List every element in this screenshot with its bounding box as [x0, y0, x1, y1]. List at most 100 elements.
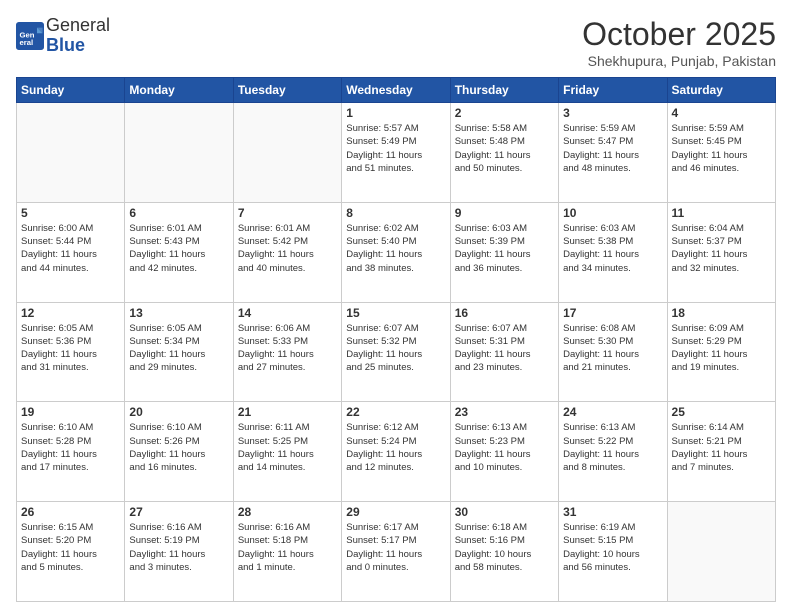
day-number: 11	[672, 206, 771, 220]
week-row-3: 12Sunrise: 6:05 AM Sunset: 5:36 PM Dayli…	[17, 302, 776, 402]
day-info: Sunrise: 6:07 AM Sunset: 5:32 PM Dayligh…	[346, 322, 445, 375]
day-info: Sunrise: 6:19 AM Sunset: 5:15 PM Dayligh…	[563, 521, 662, 574]
day-info: Sunrise: 6:07 AM Sunset: 5:31 PM Dayligh…	[455, 322, 554, 375]
day-number: 7	[238, 206, 337, 220]
day-info: Sunrise: 6:10 AM Sunset: 5:26 PM Dayligh…	[129, 421, 228, 474]
day-number: 3	[563, 106, 662, 120]
calendar-table: Sunday Monday Tuesday Wednesday Thursday…	[16, 77, 776, 602]
day-number: 19	[21, 405, 120, 419]
day-number: 4	[672, 106, 771, 120]
day-number: 13	[129, 306, 228, 320]
day-info: Sunrise: 6:08 AM Sunset: 5:30 PM Dayligh…	[563, 322, 662, 375]
day-cell-2-3: 15 Sunrise: 6:07 AM Sunset: 5:32 PM Dayli…	[342, 302, 450, 402]
day-cell-4-5: 31 Sunrise: 6:19 AM Sunset: 5:15 PM Dayli…	[559, 502, 667, 602]
day-number: 6	[129, 206, 228, 220]
day-number: 30	[455, 505, 554, 519]
day-info: Sunrise: 6:04 AM Sunset: 5:37 PM Dayligh…	[672, 222, 771, 275]
day-cell-0-4: 2 Sunrise: 5:58 AM Sunset: 5:48 PM Daylig…	[450, 103, 558, 203]
day-cell-4-2: 28 Sunrise: 6:16 AM Sunset: 5:18 PM Dayli…	[233, 502, 341, 602]
day-number: 9	[455, 206, 554, 220]
day-number: 2	[455, 106, 554, 120]
day-cell-1-0: 5 Sunrise: 6:00 AM Sunset: 5:44 PM Daylig…	[17, 202, 125, 302]
calendar-page: Gen eral General Blue October 2025 Shekh…	[0, 0, 792, 612]
day-info: Sunrise: 6:09 AM Sunset: 5:29 PM Dayligh…	[672, 322, 771, 375]
logo-blue: Blue	[46, 35, 85, 55]
day-number: 22	[346, 405, 445, 419]
day-info: Sunrise: 6:00 AM Sunset: 5:44 PM Dayligh…	[21, 222, 120, 275]
header-monday: Monday	[125, 78, 233, 103]
day-info: Sunrise: 6:03 AM Sunset: 5:38 PM Dayligh…	[563, 222, 662, 275]
day-info: Sunrise: 5:57 AM Sunset: 5:49 PM Dayligh…	[346, 122, 445, 175]
day-number: 28	[238, 505, 337, 519]
day-number: 8	[346, 206, 445, 220]
header-saturday: Saturday	[667, 78, 775, 103]
day-cell-2-4: 16 Sunrise: 6:07 AM Sunset: 5:31 PM Dayli…	[450, 302, 558, 402]
day-cell-3-2: 21 Sunrise: 6:11 AM Sunset: 5:25 PM Dayli…	[233, 402, 341, 502]
day-number: 29	[346, 505, 445, 519]
day-number: 10	[563, 206, 662, 220]
logo: Gen eral General Blue	[16, 16, 110, 56]
header: Gen eral General Blue October 2025 Shekh…	[16, 16, 776, 69]
day-info: Sunrise: 6:10 AM Sunset: 5:28 PM Dayligh…	[21, 421, 120, 474]
day-number: 5	[21, 206, 120, 220]
header-sunday: Sunday	[17, 78, 125, 103]
day-cell-2-5: 17 Sunrise: 6:08 AM Sunset: 5:30 PM Dayli…	[559, 302, 667, 402]
day-number: 14	[238, 306, 337, 320]
day-info: Sunrise: 6:05 AM Sunset: 5:36 PM Dayligh…	[21, 322, 120, 375]
day-info: Sunrise: 6:06 AM Sunset: 5:33 PM Dayligh…	[238, 322, 337, 375]
day-info: Sunrise: 6:17 AM Sunset: 5:17 PM Dayligh…	[346, 521, 445, 574]
day-cell-3-3: 22Sunrise: 6:12 AM Sunset: 5:24 PM Dayli…	[342, 402, 450, 502]
day-info: Sunrise: 6:16 AM Sunset: 5:19 PM Dayligh…	[129, 521, 228, 574]
day-cell-2-2: 14 Sunrise: 6:06 AM Sunset: 5:33 PM Dayli…	[233, 302, 341, 402]
day-number: 1	[346, 106, 445, 120]
day-info: Sunrise: 6:14 AM Sunset: 5:21 PM Dayligh…	[672, 421, 771, 474]
logo-general: General	[46, 15, 110, 35]
day-number: 17	[563, 306, 662, 320]
day-number: 31	[563, 505, 662, 519]
day-cell-4-1: 27Sunrise: 6:16 AM Sunset: 5:19 PM Dayli…	[125, 502, 233, 602]
day-cell-3-4: 23Sunrise: 6:13 AM Sunset: 5:23 PM Dayli…	[450, 402, 558, 502]
day-number: 25	[672, 405, 771, 419]
day-number: 15	[346, 306, 445, 320]
day-cell-4-0: 26 Sunrise: 6:15 AM Sunset: 5:20 PM Dayli…	[17, 502, 125, 602]
day-cell-0-3: 1 Sunrise: 5:57 AM Sunset: 5:49 PM Daylig…	[342, 103, 450, 203]
day-info: Sunrise: 6:13 AM Sunset: 5:22 PM Dayligh…	[563, 421, 662, 474]
day-cell-2-1: 13 Sunrise: 6:05 AM Sunset: 5:34 PM Dayli…	[125, 302, 233, 402]
day-cell-1-6: 11 Sunrise: 6:04 AM Sunset: 5:37 PM Dayli…	[667, 202, 775, 302]
day-cell-1-5: 10 Sunrise: 6:03 AM Sunset: 5:38 PM Dayli…	[559, 202, 667, 302]
day-info: Sunrise: 6:02 AM Sunset: 5:40 PM Dayligh…	[346, 222, 445, 275]
header-tuesday: Tuesday	[233, 78, 341, 103]
location-title: Shekhupura, Punjab, Pakistan	[582, 53, 776, 69]
svg-text:eral: eral	[20, 38, 34, 47]
day-cell-3-0: 19 Sunrise: 6:10 AM Sunset: 5:28 PM Dayli…	[17, 402, 125, 502]
day-info: Sunrise: 5:58 AM Sunset: 5:48 PM Dayligh…	[455, 122, 554, 175]
day-info: Sunrise: 6:11 AM Sunset: 5:25 PM Dayligh…	[238, 421, 337, 474]
day-info: Sunrise: 6:05 AM Sunset: 5:34 PM Dayligh…	[129, 322, 228, 375]
day-number: 18	[672, 306, 771, 320]
day-cell-0-2	[233, 103, 341, 203]
day-cell-1-2: 7Sunrise: 6:01 AM Sunset: 5:42 PM Daylig…	[233, 202, 341, 302]
day-number: 21	[238, 405, 337, 419]
header-wednesday: Wednesday	[342, 78, 450, 103]
header-friday: Friday	[559, 78, 667, 103]
day-cell-3-6: 25 Sunrise: 6:14 AM Sunset: 5:21 PM Dayli…	[667, 402, 775, 502]
day-info: Sunrise: 6:18 AM Sunset: 5:16 PM Dayligh…	[455, 521, 554, 574]
day-info: Sunrise: 6:01 AM Sunset: 5:43 PM Dayligh…	[129, 222, 228, 275]
day-cell-0-6: 4Sunrise: 5:59 AM Sunset: 5:45 PM Daylig…	[667, 103, 775, 203]
logo-text: General Blue	[46, 16, 110, 56]
day-cell-3-5: 24Sunrise: 6:13 AM Sunset: 5:22 PM Dayli…	[559, 402, 667, 502]
header-thursday: Thursday	[450, 78, 558, 103]
day-number: 23	[455, 405, 554, 419]
day-info: Sunrise: 6:15 AM Sunset: 5:20 PM Dayligh…	[21, 521, 120, 574]
day-info: Sunrise: 5:59 AM Sunset: 5:47 PM Dayligh…	[563, 122, 662, 175]
day-number: 26	[21, 505, 120, 519]
day-cell-0-5: 3 Sunrise: 5:59 AM Sunset: 5:47 PM Daylig…	[559, 103, 667, 203]
week-row-4: 19 Sunrise: 6:10 AM Sunset: 5:28 PM Dayli…	[17, 402, 776, 502]
day-info: Sunrise: 6:16 AM Sunset: 5:18 PM Dayligh…	[238, 521, 337, 574]
calendar-header-row: Sunday Monday Tuesday Wednesday Thursday…	[17, 78, 776, 103]
day-number: 16	[455, 306, 554, 320]
day-cell-1-3: 8 Sunrise: 6:02 AM Sunset: 5:40 PM Daylig…	[342, 202, 450, 302]
day-cell-1-1: 6 Sunrise: 6:01 AM Sunset: 5:43 PM Daylig…	[125, 202, 233, 302]
day-cell-4-3: 29 Sunrise: 6:17 AM Sunset: 5:17 PM Dayli…	[342, 502, 450, 602]
day-cell-3-1: 20Sunrise: 6:10 AM Sunset: 5:26 PM Dayli…	[125, 402, 233, 502]
